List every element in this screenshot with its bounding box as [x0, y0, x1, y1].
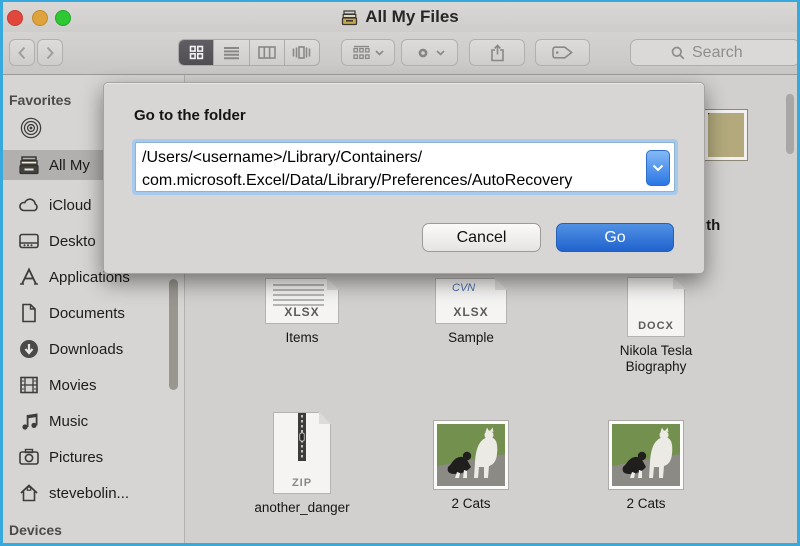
file-label: another_danger [254, 500, 349, 516]
search-icon [671, 46, 685, 60]
all-my-files-title-icon [341, 9, 358, 26]
file-item-2-cats[interactable]: 2 Cats [430, 420, 512, 512]
desktop-icon [17, 229, 41, 253]
path-dropdown-button[interactable] [646, 150, 670, 186]
photo-thumbnail-icon [608, 420, 684, 490]
arrange-button[interactable] [341, 39, 395, 66]
sidebar-item-label: Documents [49, 305, 125, 322]
photo-thumbnail-icon [433, 420, 509, 490]
coverflow-view-button[interactable] [285, 40, 319, 65]
coverflow-view-icon [292, 46, 311, 59]
forward-button[interactable] [37, 39, 63, 66]
back-button[interactable] [9, 39, 35, 66]
doc-preview-scribble: CVN [452, 282, 475, 294]
title-bar: All My Files [3, 2, 797, 32]
chevron-down-icon [652, 164, 664, 172]
file-item-nikola-tesla-biography[interactable]: DOCX Nikola Tesla Biography [608, 277, 704, 375]
downloads-icon [17, 337, 41, 361]
path-line-1: /Users/<username>/Library/Containers/ [142, 146, 644, 169]
share-button[interactable] [469, 39, 525, 66]
sidebar-item-label: Deskto [49, 233, 96, 250]
file-label: Sample [448, 330, 494, 346]
window-title: All My Files [365, 7, 459, 27]
search-input[interactable]: Search [630, 39, 800, 66]
list-view-icon [223, 46, 240, 60]
devices-section-header: Devices [9, 522, 62, 538]
file-type-badge: ZIP [274, 477, 330, 489]
movies-icon [17, 373, 41, 397]
share-icon [490, 44, 505, 62]
pictures-icon [17, 445, 41, 469]
cancel-button[interactable]: Cancel [422, 223, 541, 252]
file-item-another-danger[interactable]: ZIP another_danger [241, 412, 363, 516]
finder-window: All My Files [0, 0, 800, 546]
tag-icon [552, 46, 573, 59]
sidebar-item-documents[interactable]: Documents [3, 298, 185, 328]
sidebar-item-pictures[interactable]: Pictures [3, 442, 185, 472]
file-label: 2 Cats [451, 496, 490, 512]
docx-file-icon: DOCX [627, 277, 685, 337]
music-icon [17, 409, 41, 433]
icloud-icon [17, 193, 41, 217]
go-to-folder-dialog: Go to the folder /Users/<username>/Libra… [103, 82, 705, 274]
xlsx-file-icon: CVN XLSX [435, 278, 507, 324]
go-button[interactable]: Go [556, 223, 674, 252]
view-mode-segmented-control [178, 39, 320, 66]
sidebar-item-label: All My [49, 157, 90, 174]
path-line-2: com.microsoft.Excel/Data/Library/Prefere… [142, 169, 644, 192]
zip-file-icon: ZIP [273, 412, 331, 494]
file-type-badge: XLSX [266, 305, 338, 319]
tag-button[interactable] [535, 39, 590, 66]
toolbar: Search [3, 32, 797, 75]
sidebar-item-movies[interactable]: Movies [3, 370, 185, 400]
sidebar-item-downloads[interactable]: Downloads [3, 334, 185, 364]
content-scrollbar[interactable] [786, 94, 794, 154]
file-label: Nikola Tesla Biography [620, 343, 693, 375]
documents-icon [17, 301, 41, 325]
icon-view-button[interactable] [179, 40, 214, 65]
window-title-group: All My Files [3, 2, 797, 32]
sidebar-item-home[interactable]: stevebolin... [3, 478, 185, 508]
favorites-section-header: Favorites [9, 92, 71, 108]
sidebar-item-label: iCloud [49, 197, 92, 214]
xlsx-file-icon: XLSX [265, 278, 339, 324]
file-item-partial[interactable]: uth [705, 110, 747, 160]
folder-path-field[interactable]: /Users/<username>/Library/Containers/ co… [132, 139, 678, 195]
applications-icon [17, 265, 41, 289]
search-placeholder: Search [692, 44, 743, 62]
sidebar-item-music[interactable]: Music [3, 406, 185, 436]
column-view-icon [258, 46, 276, 59]
file-label: Items [285, 330, 318, 346]
all-my-files-icon [17, 153, 41, 177]
file-item-sample[interactable]: CVN XLSX Sample [430, 278, 512, 346]
file-item-items[interactable]: XLSX Items [261, 278, 343, 346]
file-item-2-cats[interactable]: 2 Cats [605, 420, 687, 512]
column-view-button[interactable] [250, 40, 285, 65]
gear-icon [414, 44, 432, 62]
file-type-badge: XLSX [436, 305, 506, 319]
list-view-button[interactable] [214, 40, 249, 65]
sidebar-item-label: Music [49, 413, 88, 430]
file-icon [705, 110, 747, 160]
sidebar-item-label: Pictures [49, 449, 103, 466]
action-gear-button[interactable] [401, 39, 458, 66]
chevron-down-icon [375, 50, 384, 56]
sidebar-scrollbar[interactable] [169, 279, 178, 390]
file-label: 2 Cats [626, 496, 665, 512]
dialog-title: Go to the folder [134, 107, 246, 124]
home-icon [17, 481, 41, 505]
chevron-down-icon [436, 50, 445, 56]
file-type-badge: DOCX [628, 320, 684, 332]
sidebar-item-label: Movies [49, 377, 97, 394]
grid-view-icon [189, 45, 204, 60]
sidebar-item-label: Downloads [49, 341, 123, 358]
airdrop-icon [19, 116, 43, 140]
sidebar-item-label: stevebolin... [49, 485, 129, 502]
arrange-icon [352, 45, 371, 60]
